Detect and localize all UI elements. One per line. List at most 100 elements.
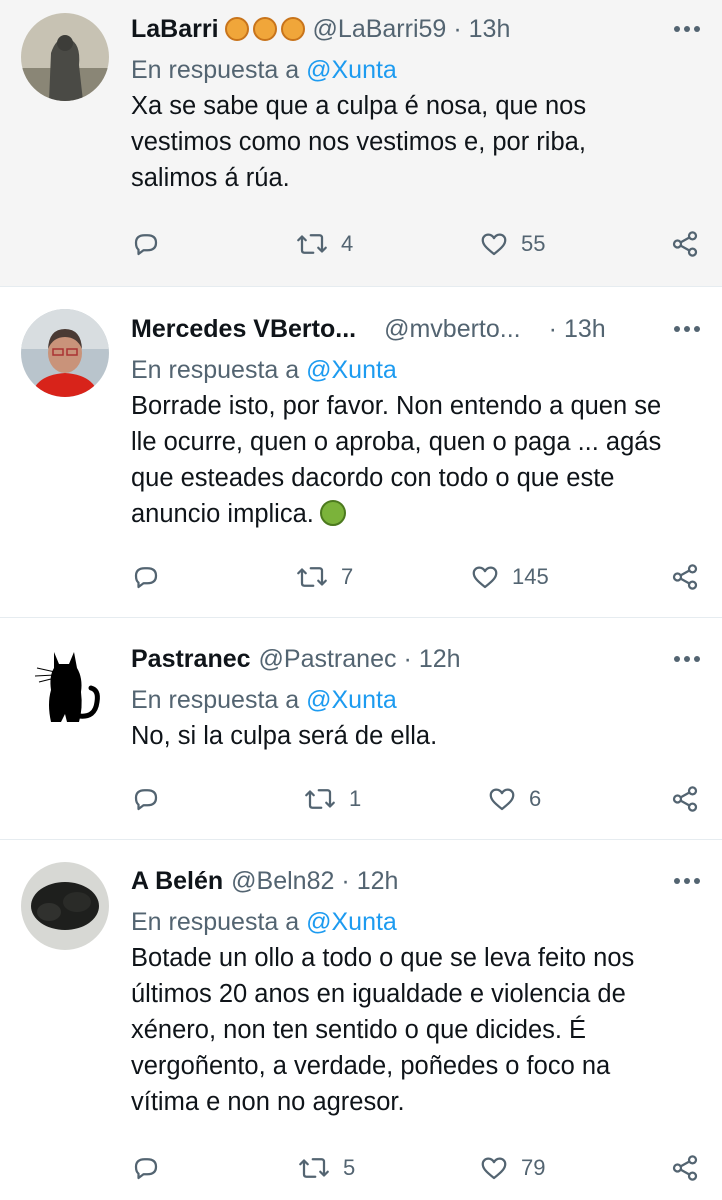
tweet-text-line: vergoñento, a verdade, poñedes o foco na (131, 1052, 611, 1080)
like-count: 6 (529, 786, 542, 811)
reply-prefix: En respuesta a (131, 356, 300, 384)
tweet-text-line: anuncio implica. (131, 500, 314, 528)
user-handle[interactable]: @mvberto... (384, 315, 521, 344)
avatar[interactable] (21, 13, 109, 101)
like-count: 55 (521, 231, 546, 256)
tweet[interactable]: Pastranec @Pastranec · 12h En respuesta … (0, 618, 722, 840)
tweet[interactable]: Mercedes VBerto... @mvberto... · 13h En … (0, 287, 722, 618)
more-icon[interactable] (668, 642, 700, 676)
tweet-text-line: Xa se sabe que a culpa é nosa, que nos (131, 92, 587, 120)
user-handle[interactable]: @Pastranec (259, 645, 397, 674)
share-button[interactable] (670, 1151, 700, 1185)
reply-to-link[interactable]: @Xunta (306, 356, 397, 384)
more-icon[interactable] (668, 864, 700, 898)
share-icon (672, 786, 698, 812)
tweet-text-line: lle ocurre, quen o aproba, quen o paga .… (131, 428, 662, 456)
retweet-button[interactable]: 4 (295, 227, 353, 261)
tweet-text-line: xénero, non ten sentido o que dicides. É (131, 1016, 587, 1044)
like-count: 79 (521, 1155, 546, 1180)
timestamp[interactable]: 12h (419, 645, 461, 674)
tweet-text-line: vítima e non no agresor. (131, 1088, 405, 1116)
retweet-count: 4 (341, 231, 354, 256)
tweet-text-line-with-emoji: anuncio implica. (131, 496, 700, 532)
like-button[interactable]: 79 (479, 1151, 545, 1185)
like-icon (472, 566, 498, 589)
more-icon[interactable] (668, 312, 700, 346)
retweet-icon (299, 1158, 329, 1178)
tweet-text-line: No, si la culpa será de ella. (131, 722, 438, 750)
share-button[interactable] (670, 227, 700, 261)
reply-to-link[interactable]: @Xunta (306, 908, 397, 936)
tweet-text-line: vestimos como nos vestimos e, por riba, (131, 128, 586, 156)
tweet-text-line: Botade un ollo a todo o que se leva feit… (131, 944, 635, 972)
tweet-text: No, si la culpa será de ella. (131, 718, 700, 754)
tweet-text-line: que esteades dacordo con todo o que este (131, 464, 615, 492)
avatar[interactable] (21, 638, 109, 726)
display-name[interactable]: LaBarri (131, 15, 219, 44)
tweet-text: Xa se sabe que a culpa é nosa, que nos v… (131, 88, 700, 196)
retweet-button[interactable]: 7 (295, 560, 353, 594)
display-name[interactable]: Mercedes VBerto... (131, 315, 356, 344)
like-button[interactable]: 55 (479, 227, 545, 261)
lion-emoji (224, 17, 305, 41)
timestamp[interactable]: 12h (357, 867, 399, 896)
separator: · (341, 866, 350, 895)
user-handle[interactable]: @Beln82 (231, 867, 334, 896)
like-icon (481, 1157, 507, 1180)
nauseated-emoji (319, 500, 346, 526)
tweet-text-line: salimos á rúa. (131, 164, 290, 192)
reply-button[interactable] (131, 1151, 161, 1185)
retweet-button[interactable]: 1 (303, 782, 361, 816)
retweet-icon (305, 789, 335, 809)
reply-icon (134, 567, 158, 589)
share-button[interactable] (670, 782, 700, 816)
separator: · (548, 314, 557, 343)
timestamp[interactable]: 13h (469, 15, 511, 44)
reply-prefix: En respuesta a (131, 908, 300, 936)
tweet-text: Borrade isto, por favor. Non entendo a q… (131, 388, 700, 532)
reply-to-link[interactable]: @Xunta (306, 56, 397, 84)
like-icon (481, 233, 507, 256)
share-icon (672, 1155, 698, 1181)
retweet-count: 7 (341, 564, 354, 589)
reply-icon (134, 789, 158, 811)
reply-icon (134, 1158, 158, 1180)
share-icon (672, 231, 698, 257)
tweet[interactable]: LaBarri @LaBarri59 · 13h En respuesta a … (0, 0, 722, 287)
retweet-count: 5 (343, 1155, 356, 1180)
avatar[interactable] (21, 309, 109, 397)
separator: · (453, 14, 462, 43)
reply-button[interactable] (131, 782, 161, 816)
more-icon[interactable] (668, 12, 700, 46)
share-button[interactable] (670, 560, 700, 594)
tweet-text-line: últimos 20 anos en igualdade e violencia… (131, 980, 626, 1008)
retweet-count: 1 (349, 786, 362, 811)
reply-icon (134, 234, 158, 256)
like-count: 145 (512, 564, 549, 589)
retweet-icon (297, 234, 327, 254)
reply-context: En respuesta a @Xunta (131, 52, 700, 88)
separator: · (403, 644, 412, 673)
display-name[interactable]: Pastranec (131, 645, 251, 674)
like-button[interactable]: 6 (487, 782, 541, 816)
user-handle[interactable]: @LaBarri59 (313, 15, 447, 44)
reply-prefix: En respuesta a (131, 686, 300, 714)
reply-to-link[interactable]: @Xunta (306, 686, 397, 714)
reply-context: En respuesta a @Xunta (131, 904, 700, 940)
reply-context: En respuesta a @Xunta (131, 352, 700, 388)
tweet[interactable]: A Belén @Beln82 · 12h En respuesta a @Xu… (0, 840, 722, 1200)
reply-button[interactable] (131, 560, 161, 594)
like-icon (489, 788, 515, 811)
tweet-text-line: Borrade isto, por favor. Non entendo a q… (131, 392, 662, 420)
reply-context: En respuesta a @Xunta (131, 682, 700, 718)
like-button[interactable]: 145 (470, 560, 549, 594)
reply-prefix: En respuesta a (131, 56, 300, 84)
timestamp[interactable]: 13h (564, 315, 606, 344)
share-icon (672, 564, 698, 590)
retweet-icon (297, 567, 327, 587)
display-name[interactable]: A Belén (131, 867, 223, 896)
reply-button[interactable] (131, 227, 161, 261)
avatar[interactable] (21, 862, 109, 950)
retweet-button[interactable]: 5 (297, 1151, 355, 1185)
tweet-text: Botade un ollo a todo o que se leva feit… (131, 940, 700, 1120)
